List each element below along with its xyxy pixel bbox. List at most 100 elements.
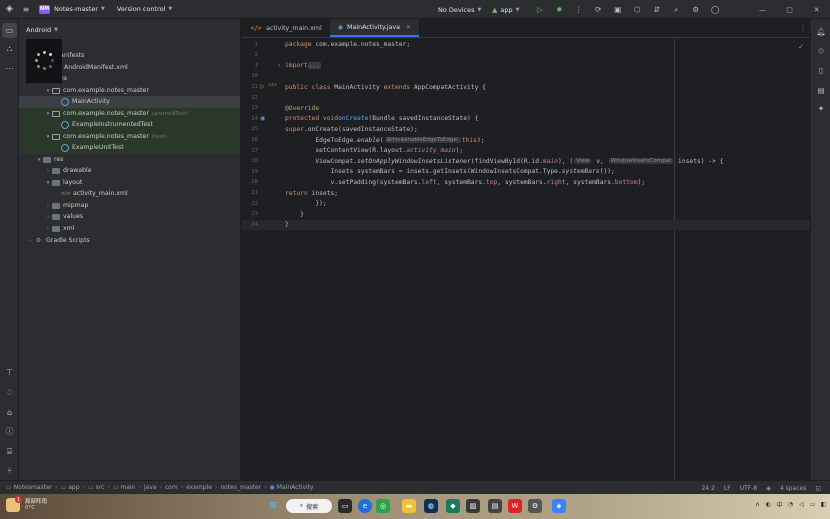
- tray-ime-icon[interactable]: 中: [774, 500, 785, 509]
- tree-item[interactable]: ExampleInstrumentedTest: [19, 119, 240, 131]
- app-cube-icon[interactable]: ◆: [446, 499, 460, 513]
- code-area[interactable]: package com.example.notes_master; import …: [242, 39, 810, 480]
- wechat-icon[interactable]: ◎: [376, 499, 390, 513]
- code-line[interactable]: }: [285, 209, 304, 220]
- run-configuration-selector[interactable]: ▲ app ▼: [492, 0, 520, 19]
- close-icon[interactable]: ✕: [803, 6, 830, 14]
- tree-item[interactable]: </> activity_main.xml: [19, 188, 240, 200]
- chevron-down-icon[interactable]: ▼: [168, 6, 172, 12]
- edge-browser-icon[interactable]: e: [358, 499, 372, 513]
- code-line[interactable]: @Override: [285, 103, 319, 114]
- project-name[interactable]: Notes-master: [54, 5, 98, 13]
- device-manager-icon[interactable]: ▣: [608, 5, 628, 14]
- code-line[interactable]: ViewCompat. setOnApplyWindowInsetsListene…: [285, 156, 723, 167]
- breadcrumb-item[interactable]: example: [186, 484, 212, 491]
- code-line[interactable]: protected void onCreate (Bundle savedInst…: [285, 114, 478, 125]
- notifications-bell-icon[interactable]: 🔔︎: [814, 24, 828, 38]
- code-line[interactable]: });: [285, 199, 326, 210]
- sdk-manager-icon[interactable]: ⬡: [628, 5, 648, 14]
- settings-gear-icon[interactable]: ⚙: [686, 5, 706, 14]
- indent-setting[interactable]: 4 spaces: [780, 485, 806, 492]
- settings-gear-icon[interactable]: ⚙: [528, 499, 542, 513]
- gemini-icon[interactable]: ◇: [814, 43, 828, 57]
- tray-volume-icon[interactable]: ◁: [796, 501, 807, 508]
- tree-item[interactable]: › ⚙ Gradle Scripts: [19, 235, 240, 247]
- tree-item[interactable]: ExampleUnitTest: [19, 142, 240, 154]
- debug-icon[interactable]: ✹: [550, 5, 570, 14]
- tab-list-icon[interactable]: ⋮: [796, 19, 810, 37]
- line-separator[interactable]: LF: [724, 485, 731, 492]
- tray-expand-icon[interactable]: ∧: [752, 501, 763, 508]
- expand-arrow-icon[interactable]: ›: [44, 203, 52, 209]
- tree-item[interactable]: MainActivity: [19, 96, 240, 108]
- expand-arrow-icon[interactable]: ›: [26, 238, 34, 244]
- code-line[interactable]: EdgeToEdge. enable($this$enableEdgeToEdge…: [285, 135, 484, 146]
- gradle-icon[interactable]: ♢: [2, 385, 17, 400]
- editorconfig-icon[interactable]: ◈: [766, 485, 771, 492]
- minimize-icon[interactable]: —: [749, 6, 776, 14]
- code-line[interactable]: super .onCreate(savedInstanceState);: [285, 124, 418, 135]
- version-control-icon[interactable]: ⑂: [2, 463, 17, 478]
- breadcrumb-item[interactable]: src: [96, 484, 105, 491]
- expand-arrow-icon[interactable]: ›: [44, 226, 52, 232]
- terminal-icon[interactable]: ⌸: [2, 444, 17, 459]
- app-cards-icon[interactable]: ▤: [488, 499, 502, 513]
- search-icon[interactable]: ⌕: [667, 5, 687, 15]
- close-tab-icon[interactable]: ✕: [406, 24, 411, 31]
- tree-item[interactable]: › xml: [19, 223, 240, 235]
- android-studio-taskbar-icon[interactable]: ◈: [552, 499, 566, 513]
- tree-item[interactable]: ▾ com.example.notes_master: [19, 85, 240, 97]
- photos-icon[interactable]: ▨: [466, 499, 480, 513]
- sync-project-icon[interactable]: ⟳: [589, 5, 609, 14]
- running-devices-icon[interactable]: ▤: [814, 83, 828, 97]
- problems-icon[interactable]: ⓘ: [2, 424, 17, 439]
- maximize-icon[interactable]: ▢: [776, 6, 803, 14]
- editor-tab[interactable]: ◉ MainActivity.java ✕: [329, 19, 419, 37]
- taskbar-search[interactable]: ⌕ 搜索: [286, 499, 332, 513]
- more-tools-icon[interactable]: ⋯: [2, 61, 17, 76]
- expand-arrow-icon[interactable]: ▾: [44, 134, 52, 140]
- build-hammer-icon[interactable]: ⊤: [2, 365, 17, 380]
- caret-position[interactable]: 24:2: [701, 485, 714, 492]
- code-line[interactable]: import ...: [285, 61, 322, 72]
- file-encoding[interactable]: UTF-8: [740, 485, 758, 492]
- task-view-icon[interactable]: ▭: [338, 499, 352, 513]
- more-actions-icon[interactable]: ⋮: [569, 5, 589, 14]
- app-shield-icon[interactable]: ◍: [424, 499, 438, 513]
- tree-item[interactable]: › values: [19, 211, 240, 223]
- expand-arrow-icon[interactable]: ▾: [44, 180, 52, 186]
- fold-expand-icon[interactable]: ›: [278, 62, 280, 69]
- run-gutter-icon[interactable]: ▷: [260, 83, 265, 90]
- breadcrumb-item[interactable]: MainActivity: [277, 484, 314, 491]
- breadcrumb-item[interactable]: app: [68, 484, 79, 491]
- run-icon[interactable]: ▷: [530, 5, 550, 14]
- breadcrumb-item[interactable]: Notesmaster: [14, 484, 53, 491]
- tray-network-icon[interactable]: ◔: [785, 501, 796, 508]
- tree-item[interactable]: › mipmap: [19, 200, 240, 212]
- logcat-icon[interactable]: ⌂: [2, 405, 17, 420]
- assistant-icon[interactable]: ✦: [814, 101, 828, 115]
- tray-notification-icon[interactable]: ◧: [818, 501, 829, 508]
- memory-indicator-icon[interactable]: ◱: [815, 485, 821, 492]
- project-view-selector[interactable]: Android ▼: [19, 19, 240, 40]
- breadcrumb-item[interactable]: com: [165, 484, 178, 491]
- tree-item[interactable]: ▾ com.example.notes_master (test): [19, 131, 240, 143]
- windows-start-icon[interactable]: ⊞: [266, 499, 280, 513]
- layout-gutter-icon[interactable]: </>: [268, 83, 277, 88]
- gradle-sync-icon[interactable]: ⇵: [647, 5, 667, 14]
- editor-tab[interactable]: </> activity_main.xml: [242, 19, 330, 37]
- device-selector[interactable]: No Devices ▼: [438, 0, 481, 19]
- expand-arrow-icon[interactable]: ›: [44, 214, 52, 220]
- expand-arrow-icon[interactable]: ▾: [44, 111, 52, 117]
- tree-item[interactable]: ▾ com.example.notes_master (androidTest): [19, 108, 240, 120]
- main-menu-icon[interactable]: ≡: [19, 5, 33, 14]
- file-explorer-icon[interactable]: ▬: [402, 499, 416, 513]
- code-line[interactable]: public class MainActivity extends AppCom…: [285, 82, 486, 93]
- breadcrumb-item[interactable]: main: [120, 484, 135, 491]
- tree-item[interactable]: ▾ res: [19, 154, 240, 166]
- chevron-down-icon[interactable]: ▼: [101, 6, 105, 12]
- expand-arrow-icon[interactable]: ›: [44, 168, 52, 174]
- wps-icon[interactable]: W: [508, 499, 522, 513]
- tray-battery-icon[interactable]: ▭: [807, 501, 818, 508]
- override-gutter-icon[interactable]: ◉: [260, 115, 265, 122]
